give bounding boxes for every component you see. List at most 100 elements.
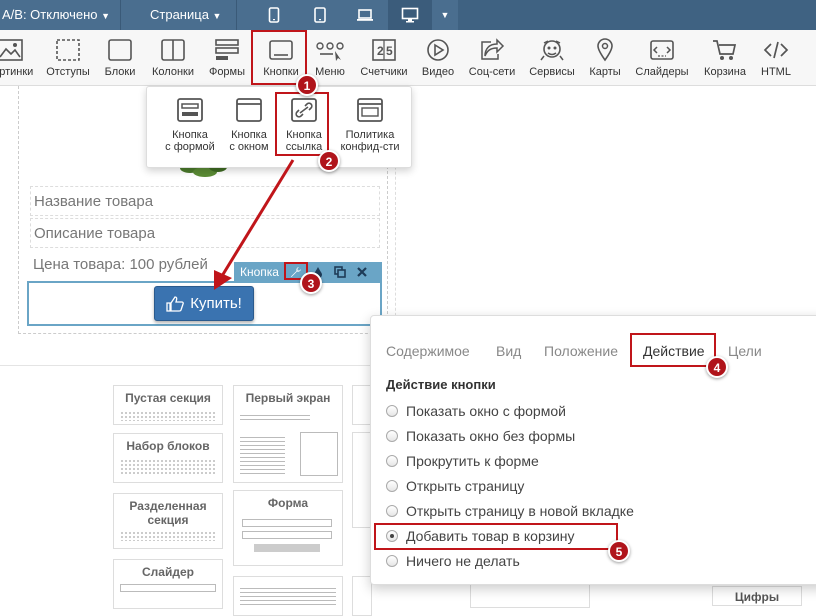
desktop-icon	[401, 7, 419, 23]
library-slider[interactable]: Слайдер	[113, 559, 223, 609]
button-with-form-option[interactable]: Кнопка с формой	[160, 97, 220, 153]
close-icon	[357, 266, 367, 277]
radio-button[interactable]	[386, 405, 398, 417]
code-icon	[763, 41, 789, 59]
chevron-down-icon: ▼	[440, 10, 450, 20]
option-label: Кнопка	[231, 129, 267, 141]
option-label: Показать окно с формой	[406, 403, 566, 419]
option-label: Показать окно без формы	[406, 428, 576, 444]
tab-goals[interactable]: Цели	[728, 341, 762, 361]
privacy-policy-option[interactable]: Политика конфид-сти	[337, 97, 403, 153]
page-dropdown[interactable]: Страница ▼	[136, 0, 236, 30]
tool-label: Колонки	[152, 66, 194, 78]
radio-button[interactable]	[386, 555, 398, 567]
columns-icon	[161, 39, 185, 61]
tool-video[interactable]: Видео	[418, 30, 458, 86]
step-badge-4: 4	[706, 356, 728, 378]
tool-social[interactable]: Соц-сети	[466, 30, 518, 86]
phone-view-button[interactable]	[252, 0, 296, 30]
radio-button[interactable]	[386, 430, 398, 442]
duplicate-button[interactable]	[329, 262, 351, 281]
radio-button[interactable]	[386, 480, 398, 492]
library-block-set[interactable]: Набор блоков	[113, 433, 223, 483]
radio-button[interactable]	[386, 455, 398, 467]
policy-icon	[357, 98, 383, 122]
top-bar: A/B: Отключено ▼ Страница ▼ ▼	[0, 0, 816, 30]
product-name[interactable]: Название товара	[30, 186, 380, 216]
action-option[interactable]: Прокрутить к форме	[386, 451, 539, 471]
option-label: Ничего не делать	[406, 553, 520, 569]
tool-html[interactable]: HTML	[756, 30, 796, 86]
tab-content[interactable]: Содержимое	[386, 341, 470, 361]
tool-label: Меню	[315, 66, 345, 78]
option-label: с окном	[229, 141, 269, 153]
tool-counters[interactable]: 25 Счетчики	[356, 30, 412, 86]
phone-large-view-button[interactable]	[298, 0, 342, 30]
library-empty-section[interactable]: Пустая секция	[113, 385, 223, 425]
more-devices-button[interactable]: ▼	[432, 0, 458, 30]
block-preview	[240, 585, 336, 605]
map-icon	[597, 38, 613, 62]
menu-icon	[316, 42, 344, 61]
form-icon	[215, 39, 239, 60]
library-block-partial[interactable]	[352, 432, 372, 528]
laptop-view-button[interactable]	[343, 0, 387, 30]
block-preview	[240, 412, 310, 422]
library-form[interactable]: Форма	[233, 490, 343, 566]
divider	[120, 0, 121, 30]
services-icon	[540, 40, 564, 61]
tool-forms[interactable]: Формы	[204, 30, 250, 86]
library-split-section[interactable]: Разделенная секция	[113, 493, 223, 549]
tool-images[interactable]: Картинки	[0, 30, 34, 86]
window-button-icon	[236, 98, 262, 122]
tool-maps[interactable]: Карты	[584, 30, 626, 86]
step-badge-1: 1	[296, 74, 318, 96]
action-option[interactable]: Ничего не делать	[386, 551, 520, 571]
option-label: с формой	[165, 141, 215, 153]
tool-sliders[interactable]: Слайдеры	[634, 30, 690, 86]
action-option[interactable]: Открыть страницу в новой вкладке	[386, 501, 634, 521]
buy-button-label: Купить!	[190, 295, 242, 312]
tool-blocks[interactable]: Блоки	[100, 30, 140, 86]
thumbs-up-icon	[166, 295, 185, 312]
tool-padding[interactable]: Отступы	[44, 30, 92, 86]
delete-button[interactable]	[351, 262, 373, 281]
library-block-partial[interactable]	[352, 385, 372, 425]
tool-label: Счетчики	[360, 66, 408, 78]
tool-menu[interactable]: Меню	[310, 30, 350, 86]
action-option[interactable]: Показать окно с формой	[386, 401, 566, 421]
option-label: Открыть страницу в новой вкладке	[406, 503, 634, 519]
library-numbers[interactable]: Цифры	[712, 586, 802, 606]
tab-position[interactable]: Положение	[544, 341, 618, 361]
buy-button[interactable]: Купить!	[154, 286, 254, 321]
step-badge-3: 3	[300, 272, 322, 294]
tab-view[interactable]: Вид	[496, 341, 521, 361]
image-icon	[0, 39, 23, 61]
block-title: Форма	[267, 496, 309, 510]
counter-icon: 25	[372, 39, 396, 61]
product-description[interactable]: Описание товара	[30, 218, 380, 248]
action-option[interactable]: Показать окно без формы	[386, 426, 575, 446]
tool-cart[interactable]: Корзина	[700, 30, 750, 86]
tool-services[interactable]: Сервисы	[526, 30, 578, 86]
divider	[236, 0, 237, 30]
library-first-screen[interactable]: Первый экран	[233, 385, 343, 483]
ab-test-dropdown[interactable]: A/B: Отключено ▼	[0, 0, 120, 30]
highlight-link-button-option	[275, 92, 329, 156]
tool-columns[interactable]: Колонки	[148, 30, 198, 86]
svg-text:2: 2	[377, 44, 384, 58]
block-preview	[242, 531, 332, 539]
button-with-window-option[interactable]: Кнопка с окном	[219, 97, 279, 153]
ab-test-label: A/B: Отключено	[2, 7, 98, 22]
radio-button[interactable]	[386, 505, 398, 517]
tool-label: Видео	[421, 66, 455, 78]
slider-icon	[650, 40, 674, 60]
top-bar-fill	[458, 0, 816, 30]
tool-label: Формы	[208, 66, 246, 78]
library-block-partial[interactable]	[352, 576, 372, 616]
desktop-view-button[interactable]	[388, 0, 432, 30]
tool-label: Сервисы	[529, 66, 575, 78]
library-block-extra[interactable]	[233, 576, 343, 616]
action-option[interactable]: Открыть страницу	[386, 476, 524, 496]
option-label: Кнопка	[172, 129, 208, 141]
